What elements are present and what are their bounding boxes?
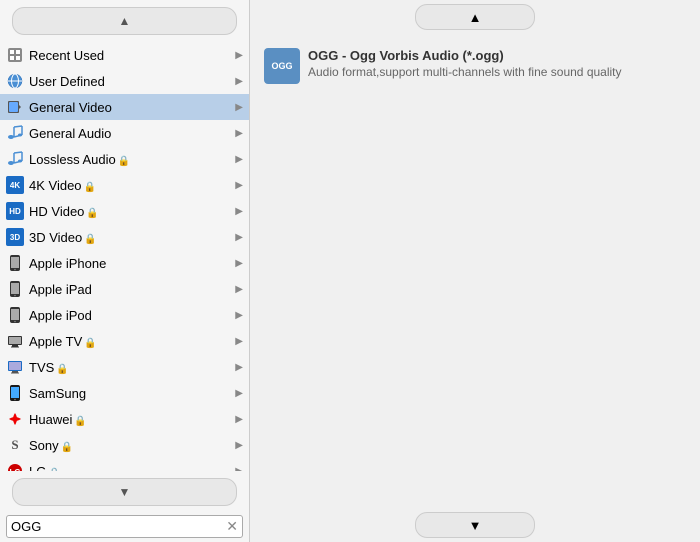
hd-video-arrow-icon: ▶ — [235, 206, 243, 217]
apple-ipod-arrow-icon: ▶ — [235, 310, 243, 321]
hd-video-label: HD Video🔒 — [29, 204, 231, 219]
tvs-label: TVS🔒 — [29, 360, 231, 375]
apple-tv-arrow-icon: ▶ — [235, 336, 243, 347]
scroll-up-arrow: ▲ — [119, 14, 131, 28]
recent-used-label: Recent Used — [29, 48, 231, 63]
recent-used-arrow-icon: ▶ — [235, 50, 243, 61]
ogg-format-desc: Audio format,support multi-channels with… — [308, 65, 686, 79]
category-item-recent-used[interactable]: Recent Used ▶ — [0, 42, 249, 68]
category-item-3d-video[interactable]: 3D 3D Video🔒 ▶ — [0, 224, 249, 250]
category-item-huawei[interactable]: Huawei🔒 ▶ — [0, 406, 249, 432]
left-panel: ▲ Recent Used▶User Defined▶General Video… — [0, 0, 250, 542]
scroll-up-button[interactable]: ▲ — [12, 7, 237, 35]
format-item-ogg[interactable]: OGG OGG - Ogg Vorbis Audio (*.ogg) Audio f… — [258, 42, 692, 90]
apple-iphone-label: Apple iPhone — [29, 256, 231, 271]
right-scroll-top: ▲ — [250, 0, 700, 34]
user-defined-arrow-icon: ▶ — [235, 76, 243, 87]
general-audio-icon — [6, 124, 24, 142]
sony-lock-icon: 🔒 — [61, 442, 73, 453]
apple-ipad-icon — [6, 280, 24, 298]
ogg-format-icon: OGG — [264, 48, 300, 84]
search-row: ✕ — [6, 515, 243, 538]
general-video-icon — [6, 98, 24, 116]
category-item-sony[interactable]: S Sony🔒 ▶ — [0, 432, 249, 458]
category-item-general-video[interactable]: General Video ▶ — [0, 94, 249, 120]
category-item-4k-video[interactable]: 4K 4K Video🔒 ▶ — [0, 172, 249, 198]
right-scroll-down-button[interactable]: ▼ — [415, 512, 535, 538]
category-item-user-defined[interactable]: User Defined ▶ — [0, 68, 249, 94]
apple-ipad-arrow-icon: ▶ — [235, 284, 243, 295]
samsung-icon — [6, 384, 24, 402]
general-audio-arrow-icon: ▶ — [235, 128, 243, 139]
right-scroll-up-button[interactable]: ▲ — [415, 4, 535, 30]
apple-ipad-label: Apple iPad — [29, 282, 231, 297]
left-bottom: ▼ ✕ — [0, 471, 249, 542]
apple-iphone-arrow-icon: ▶ — [235, 258, 243, 269]
general-audio-label: General Audio — [29, 126, 231, 141]
samsung-arrow-icon: ▶ — [235, 388, 243, 399]
3d-video-label: 3D Video🔒 — [29, 230, 231, 245]
category-item-hd-video[interactable]: HD HD Video🔒 ▶ — [0, 198, 249, 224]
scroll-down-arrow: ▼ — [119, 485, 131, 499]
tvs-arrow-icon: ▶ — [235, 362, 243, 373]
sony-icon: S — [6, 436, 24, 454]
apple-ipod-icon — [6, 306, 24, 324]
lg-icon: LG — [6, 462, 24, 471]
lossless-audio-lock-icon: 🔒 — [118, 156, 130, 167]
general-video-label: General Video — [29, 100, 231, 115]
right-content: OGG OGG - Ogg Vorbis Audio (*.ogg) Audio f… — [250, 34, 700, 508]
apple-ipod-label: Apple iPod — [29, 308, 231, 323]
huawei-lock-icon: 🔒 — [74, 416, 86, 427]
hd-video-icon: HD — [6, 202, 24, 220]
tvs-icon — [6, 358, 24, 376]
samsung-label: SamSung — [29, 386, 231, 401]
4k-video-arrow-icon: ▶ — [235, 180, 243, 191]
category-item-samsung[interactable]: SamSung ▶ — [0, 380, 249, 406]
recent-used-icon — [6, 46, 24, 64]
apple-tv-label: Apple TV🔒 — [29, 334, 231, 349]
4k-video-icon: 4K — [6, 176, 24, 194]
search-input[interactable] — [11, 519, 226, 534]
4k-video-lock-icon: 🔒 — [84, 182, 96, 193]
category-item-lg[interactable]: LGLG🔒▶ — [0, 458, 249, 471]
clear-search-button[interactable]: ✕ — [226, 518, 238, 535]
lossless-audio-icon — [6, 150, 24, 168]
apple-iphone-icon — [6, 254, 24, 272]
main-container: ▲ Recent Used▶User Defined▶General Video… — [0, 0, 700, 542]
huawei-icon — [6, 410, 24, 428]
tvs-lock-icon: 🔒 — [56, 364, 68, 375]
category-item-apple-tv[interactable]: Apple TV🔒 ▶ — [0, 328, 249, 354]
sony-arrow-icon: ▶ — [235, 440, 243, 451]
user-defined-label: User Defined — [29, 74, 231, 89]
right-arrow-up: ▲ — [469, 10, 482, 25]
apple-tv-lock-icon: 🔒 — [84, 338, 96, 349]
general-video-arrow-icon: ▶ — [235, 102, 243, 113]
category-item-tvs[interactable]: TVS🔒 ▶ — [0, 354, 249, 380]
huawei-label: Huawei🔒 — [29, 412, 231, 427]
lossless-audio-arrow-icon: ▶ — [235, 154, 243, 165]
3d-video-arrow-icon: ▶ — [235, 232, 243, 243]
category-item-apple-iphone[interactable]: Apple iPhone ▶ — [0, 250, 249, 276]
ogg-format-info: OGG - Ogg Vorbis Audio (*.ogg) Audio form… — [308, 48, 686, 79]
3d-video-icon: 3D — [6, 228, 24, 246]
category-item-apple-ipad[interactable]: Apple iPad ▶ — [0, 276, 249, 302]
apple-tv-icon — [6, 332, 24, 350]
hd-video-lock-icon: 🔒 — [86, 208, 98, 219]
user-defined-icon — [6, 72, 24, 90]
sony-label: Sony🔒 — [29, 438, 231, 453]
right-panel: ▲ OGG OGG - Ogg Vorbis Audio (*.ogg) Audio… — [250, 0, 700, 542]
category-list: Recent Used▶User Defined▶General Video▶G… — [0, 42, 249, 471]
scroll-down-button[interactable]: ▼ — [12, 478, 237, 506]
3d-video-lock-icon: 🔒 — [84, 234, 96, 245]
lossless-audio-label: Lossless Audio🔒 — [29, 152, 231, 167]
right-scroll-bottom: ▼ — [250, 508, 700, 542]
category-item-lossless-audio[interactable]: Lossless Audio🔒 ▶ — [0, 146, 249, 172]
right-arrow-down: ▼ — [469, 518, 482, 533]
huawei-arrow-icon: ▶ — [235, 414, 243, 425]
category-item-general-audio[interactable]: General Audio ▶ — [0, 120, 249, 146]
lg-label: LG🔒 — [29, 464, 231, 472]
category-item-apple-ipod[interactable]: Apple iPod ▶ — [0, 302, 249, 328]
ogg-format-title: OGG - Ogg Vorbis Audio (*.ogg) — [308, 48, 686, 63]
4k-video-label: 4K Video🔒 — [29, 178, 231, 193]
